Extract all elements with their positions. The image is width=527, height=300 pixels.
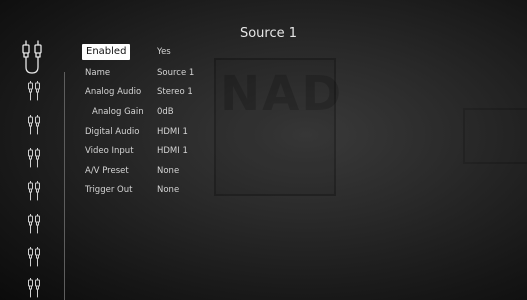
- setting-row-av-preset[interactable]: A/V Preset None: [82, 163, 332, 179]
- sidebar-divider: [64, 72, 65, 300]
- setting-row-name[interactable]: Name Source 1: [82, 65, 332, 81]
- setting-row-video-input[interactable]: Video Input HDMI 1: [82, 143, 332, 159]
- rca-connector-icon[interactable]: [27, 148, 41, 168]
- setting-value: 0dB: [157, 107, 174, 117]
- rca-connector-icon[interactable]: [27, 247, 41, 267]
- source-setup-screen: NAD Source 1 Enabled Yes Name Source 1 A…: [0, 0, 527, 300]
- sources-sidebar: [0, 0, 70, 300]
- setting-label: Analog Audio: [85, 87, 142, 97]
- setting-value: None: [157, 166, 180, 176]
- setting-label: Video Input: [85, 146, 134, 156]
- setting-row-analog-audio[interactable]: Analog Audio Stereo 1: [82, 84, 332, 100]
- setting-label: Digital Audio: [85, 127, 140, 137]
- rca-connector-icon[interactable]: [27, 181, 41, 201]
- rca-connector-icon[interactable]: [27, 115, 41, 135]
- setting-value: Yes: [157, 47, 171, 57]
- setting-label: Name: [85, 68, 111, 78]
- setting-label: A/V Preset: [85, 166, 129, 176]
- setting-value: Source 1: [157, 68, 195, 78]
- setting-label: Trigger Out: [85, 185, 133, 195]
- setting-row-enabled[interactable]: Enabled Yes: [82, 44, 332, 60]
- rca-connector-icon[interactable]: [27, 214, 41, 234]
- setting-label: Analog Gain: [92, 107, 144, 117]
- rca-connector-icon[interactable]: [27, 81, 41, 101]
- watermark-right-box: [463, 108, 527, 164]
- setting-value: None: [157, 185, 180, 195]
- setting-value: HDMI 1: [157, 146, 188, 156]
- setting-value: Stereo 1: [157, 87, 193, 97]
- rca-connector-pair-icon[interactable]: [20, 40, 44, 76]
- setting-label: Enabled: [82, 44, 131, 60]
- setting-row-analog-gain[interactable]: Analog Gain 0dB: [82, 104, 332, 120]
- rca-connector-icon[interactable]: [27, 278, 41, 298]
- page-title: Source 1: [239, 26, 298, 41]
- setting-row-trigger-out[interactable]: Trigger Out None: [82, 182, 332, 198]
- setting-row-digital-audio[interactable]: Digital Audio HDMI 1: [82, 124, 332, 140]
- setting-value: HDMI 1: [157, 127, 188, 137]
